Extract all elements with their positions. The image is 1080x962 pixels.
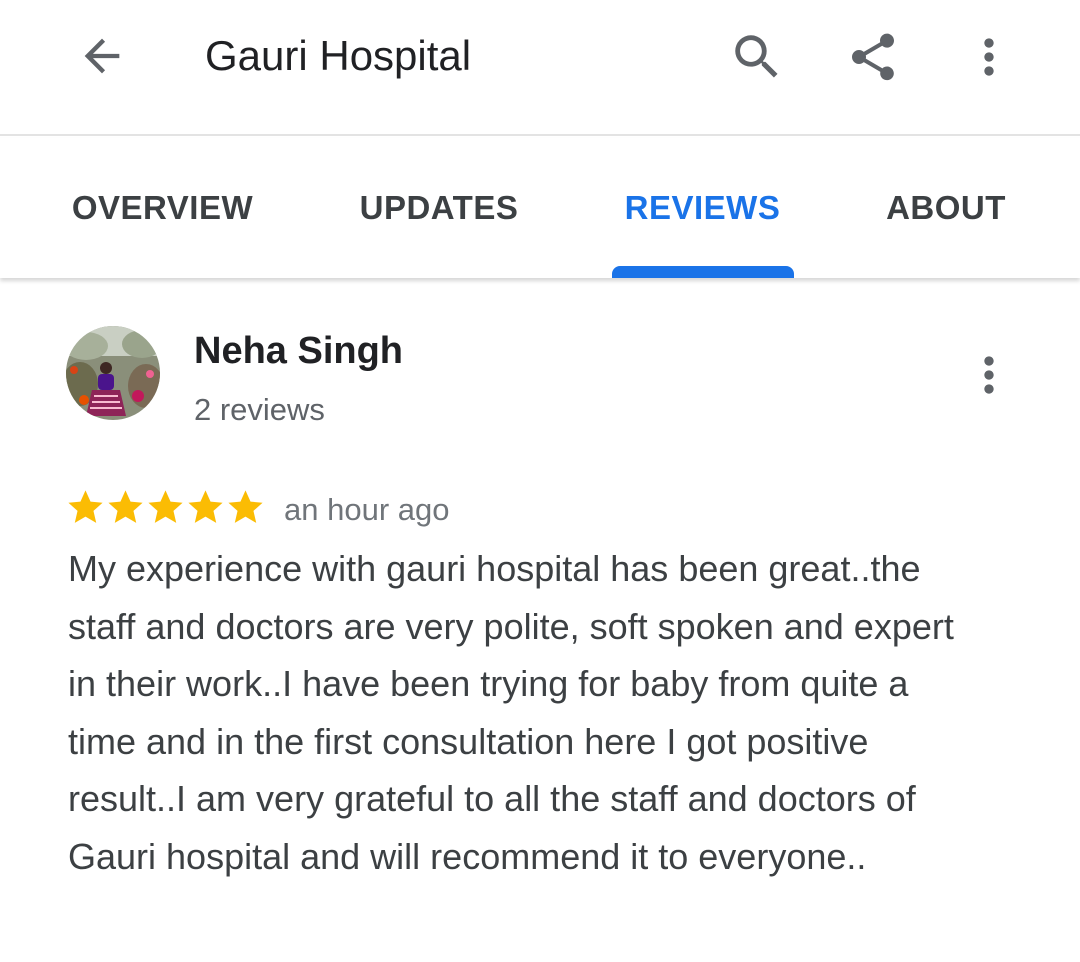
tab-overview[interactable]: OVERVIEW — [40, 138, 285, 278]
search-button[interactable] — [718, 18, 796, 96]
star-icon — [108, 490, 143, 523]
tab-updates[interactable]: UPDATES — [330, 138, 548, 278]
more-vert-icon — [984, 38, 994, 76]
arrow-back-icon — [84, 38, 120, 74]
tab-reviews[interactable]: REVIEWS — [600, 138, 805, 278]
avatar-photo — [66, 326, 160, 420]
tab-about[interactable]: ABOUT — [862, 138, 1030, 278]
star-rating — [66, 486, 265, 528]
star-icon — [188, 490, 223, 523]
search-icon — [735, 35, 778, 78]
more-options-button[interactable] — [950, 18, 1028, 96]
back-button[interactable] — [62, 20, 142, 92]
review-text: My experience with gauri hospital has be… — [68, 548, 954, 877]
star-icon — [68, 490, 103, 523]
reviewer-review-count: 2 reviews — [194, 392, 325, 427]
star-icon — [228, 490, 263, 523]
more-vert-icon — [984, 356, 994, 394]
app-bar: Gauri Hospital — [0, 0, 1080, 136]
active-tab-indicator — [612, 266, 794, 278]
reviewer-name[interactable]: Neha Singh — [194, 330, 403, 373]
tab-bar: OVERVIEW UPDATES REVIEWS ABOUT — [0, 138, 1080, 278]
share-button[interactable] — [834, 18, 912, 96]
share-icon — [852, 33, 894, 81]
review-more-options-button[interactable] — [950, 336, 1028, 414]
avatar[interactable] — [66, 326, 160, 420]
page-title: Gauri Hospital — [205, 32, 472, 79]
review-time: an hour ago — [284, 492, 450, 527]
star-icon — [148, 490, 183, 523]
